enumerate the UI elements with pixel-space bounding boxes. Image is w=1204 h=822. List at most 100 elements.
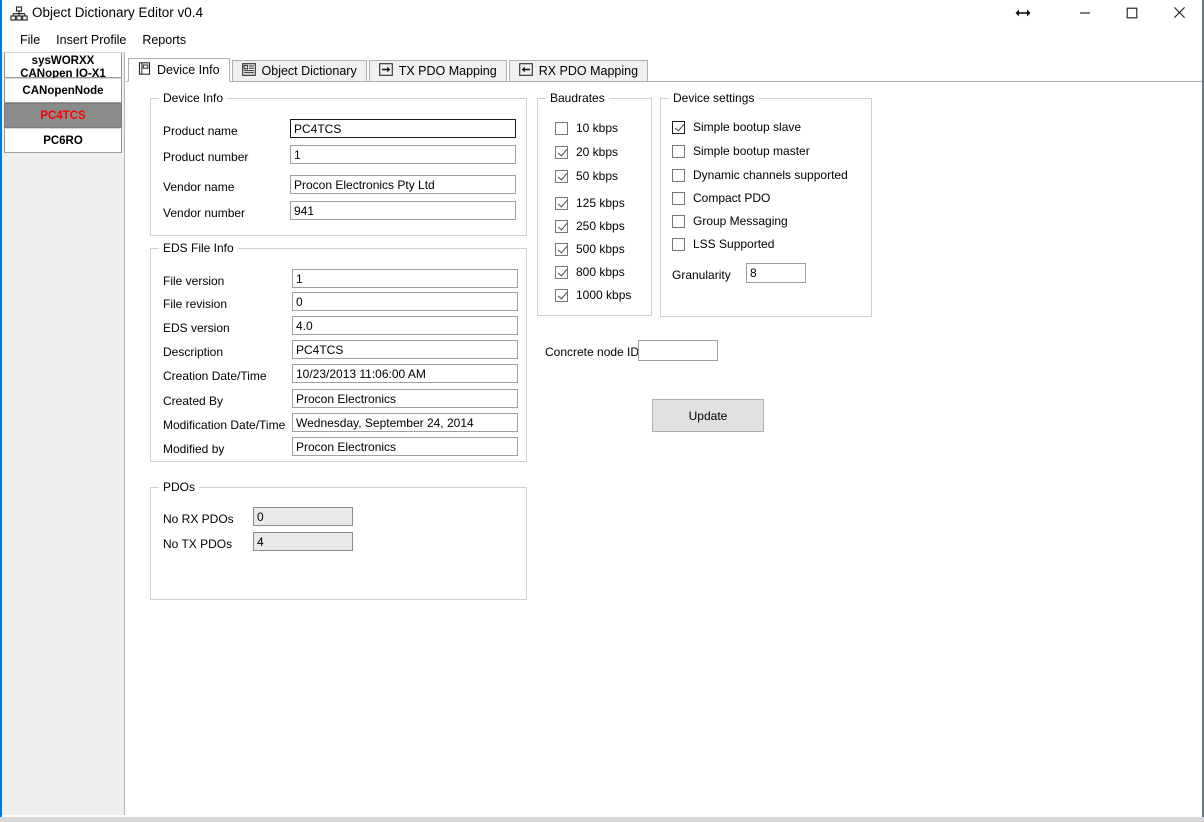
pdos-group: PDOs No RX PDOs No TX PDOs xyxy=(150,480,527,600)
baudrates-group: Baudrates 10 kbps 20 kbps 50 kbps 125 kb… xyxy=(537,91,652,316)
product-number-input[interactable] xyxy=(290,145,516,164)
file-version-input[interactable] xyxy=(292,269,518,288)
sidebar-item-pc4tcs[interactable]: PC4TCS xyxy=(4,103,122,128)
setting-checkbox-lss-supported[interactable]: LSS Supported xyxy=(672,237,774,251)
tab-rx-pdo-mapping[interactable]: RX PDO Mapping xyxy=(508,60,649,82)
label-product-name: Product name xyxy=(163,124,238,138)
document-page-icon xyxy=(138,62,151,78)
baudrate-checkbox-500kbps[interactable]: 500 kbps xyxy=(555,242,625,256)
arrow-left-box-icon xyxy=(518,63,533,79)
close-icon xyxy=(1173,6,1186,22)
checkbox-box xyxy=(672,144,685,158)
setting-checkbox-group-messaging[interactable]: Group Messaging xyxy=(672,214,788,228)
baudrate-label: 50 kbps xyxy=(576,169,619,183)
baudrate-checkbox-20kbps[interactable]: 20 kbps xyxy=(555,145,618,159)
sidebar-item-sysworxx-canopen-io-x1[interactable]: sysWORXX CANopen IO-X1 xyxy=(4,52,122,80)
setting-checkbox-compact-pdo[interactable]: Compact PDO xyxy=(672,191,770,205)
tab-object-dictionary[interactable]: Object Dictionary xyxy=(231,60,367,82)
no-rx-pdos-input[interactable] xyxy=(253,507,353,526)
baudrate-checkbox-250kbps[interactable]: 250 kbps xyxy=(555,219,625,233)
no-tx-pdos-input[interactable] xyxy=(253,532,353,551)
update-button[interactable]: Update xyxy=(652,399,764,432)
granularity-input[interactable] xyxy=(746,263,806,283)
label-vendor-number: Vendor number xyxy=(163,206,246,220)
arrow-right-box-icon xyxy=(378,63,393,79)
label-modified-by: Modified by xyxy=(163,442,225,456)
label-file-version: File version xyxy=(163,274,225,288)
close-button[interactable] xyxy=(1156,0,1202,28)
sidebar-item-pc6ro[interactable]: PC6RO xyxy=(4,128,122,153)
file-revision-input[interactable] xyxy=(292,292,518,311)
setting-label: Dynamic channels supported xyxy=(693,168,848,182)
baudrates-group-title: Baudrates xyxy=(546,91,609,105)
label-file-revision: File revision xyxy=(163,297,228,311)
setting-label: Group Messaging xyxy=(693,214,788,228)
label-product-number: Product number xyxy=(163,150,249,164)
checkbox-box xyxy=(672,214,685,228)
hierarchy-icon xyxy=(10,6,28,22)
label-vendor-name: Vendor name xyxy=(163,180,235,194)
tab-device-info[interactable]: Device Info xyxy=(128,58,230,82)
checkbox-box xyxy=(672,120,685,134)
baudrate-label: 125 kbps xyxy=(576,196,625,210)
maximize-button[interactable] xyxy=(1109,0,1155,28)
eds-version-input[interactable] xyxy=(292,316,518,335)
window-title: Object Dictionary Editor v0.4 xyxy=(32,5,204,20)
baudrate-checkbox-10kbps[interactable]: 10 kbps xyxy=(555,121,618,135)
sidebar-item-canopennode[interactable]: CANopenNode xyxy=(4,78,122,103)
label-modification-date-time: Modification Date/Time xyxy=(163,418,286,432)
profile-sidebar: sysWORXX CANopen IO-X1 CANopenNode PC4TC… xyxy=(2,52,125,815)
baudrate-label: 1000 kbps xyxy=(576,288,632,302)
baudrate-checkbox-125kbps[interactable]: 125 kbps xyxy=(555,196,625,210)
checkbox-box xyxy=(555,242,568,256)
concrete-node-id-input[interactable] xyxy=(638,340,718,361)
menu-item-insert-profile[interactable]: Insert Profile xyxy=(48,30,134,50)
modification-date-time-input[interactable] xyxy=(292,413,518,432)
horizontal-resize-cursor xyxy=(1014,4,1032,22)
label-concrete-node-id: Concrete node ID xyxy=(545,345,640,359)
application-window: Object Dictionary Editor v0.4 File Inser… xyxy=(0,0,1204,822)
setting-checkbox-dynamic-channels-supported[interactable]: Dynamic channels supported xyxy=(672,168,848,182)
baudrate-checkbox-800kbps[interactable]: 800 kbps xyxy=(555,265,625,279)
label-created-by: Created By xyxy=(163,394,224,408)
title-bar: Object Dictionary Editor v0.4 xyxy=(2,0,1202,28)
minimize-icon xyxy=(1079,7,1091,22)
menu-item-file[interactable]: File xyxy=(12,30,48,50)
checkbox-box xyxy=(555,196,568,210)
product-name-input[interactable] xyxy=(290,119,516,138)
setting-label: LSS Supported xyxy=(693,237,775,251)
pdos-group-title: PDOs xyxy=(159,480,200,494)
creation-date-time-input[interactable] xyxy=(292,364,518,383)
checkbox-box xyxy=(555,145,568,159)
setting-checkbox-simple-bootup-slave[interactable]: Simple bootup slave xyxy=(672,120,801,134)
modified-by-input[interactable] xyxy=(292,437,518,456)
device-info-group-title: Device Info xyxy=(159,91,228,105)
tab-strip: Device Info Object Dictionary TX PDO Map… xyxy=(128,58,650,82)
device-info-group: Device Info Product name Product number … xyxy=(150,91,527,236)
created-by-input[interactable] xyxy=(292,389,518,408)
checkbox-box xyxy=(555,288,568,302)
menu-item-reports[interactable]: Reports xyxy=(134,30,194,50)
description-input[interactable] xyxy=(292,340,518,359)
setting-label: Simple bootup master xyxy=(693,144,810,158)
eds-file-info-group: EDS File Info File version File revision… xyxy=(150,241,527,462)
label-creation-date-time: Creation Date/Time xyxy=(163,369,267,383)
device-settings-group-title: Device settings xyxy=(669,91,759,105)
desktop-background-sliver xyxy=(0,817,1204,822)
setting-checkbox-simple-bootup-master[interactable]: Simple bootup master xyxy=(672,144,810,158)
label-description: Description xyxy=(163,345,224,359)
menu-bar: File Insert Profile Reports xyxy=(2,28,1202,52)
vendor-number-input[interactable] xyxy=(290,201,516,220)
tab-tx-pdo-mapping[interactable]: TX PDO Mapping xyxy=(368,60,507,82)
baudrate-label: 10 kbps xyxy=(576,121,619,135)
baudrate-checkbox-50kbps[interactable]: 50 kbps xyxy=(555,169,618,183)
minimize-button[interactable] xyxy=(1062,0,1108,28)
vendor-name-input[interactable] xyxy=(290,175,516,194)
checkbox-box xyxy=(672,168,685,182)
checkbox-box xyxy=(555,265,568,279)
checkbox-box xyxy=(555,169,568,183)
content-area: Device Info Object Dictionary TX PDO Map… xyxy=(126,52,1202,815)
checkbox-box xyxy=(672,191,685,205)
sidebar-item-label: PC6RO xyxy=(43,135,83,147)
baudrate-checkbox-1000kbps[interactable]: 1000 kbps xyxy=(555,288,631,302)
